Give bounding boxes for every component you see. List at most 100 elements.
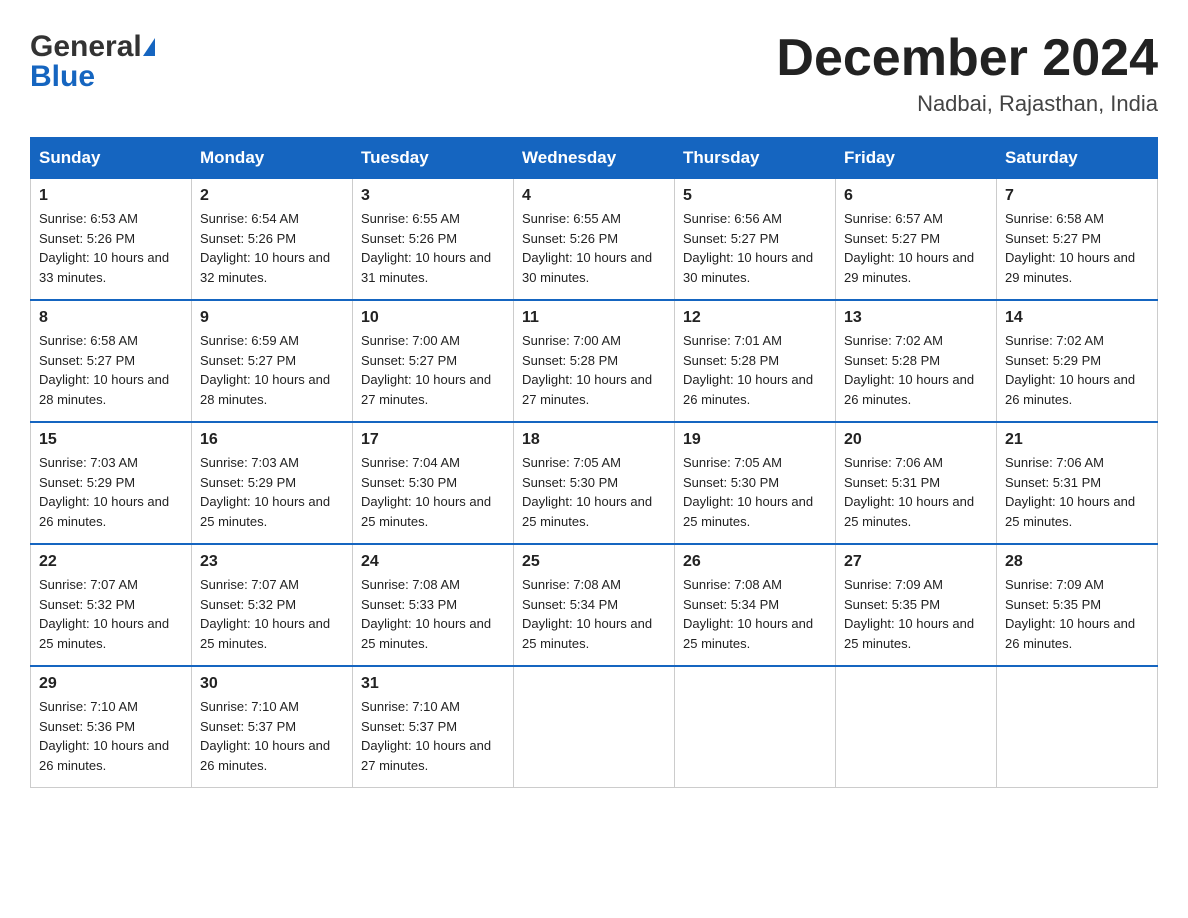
- day-number: 25: [522, 553, 666, 571]
- title-block: December 2024 Nadbai, Rajasthan, India: [776, 30, 1158, 117]
- calendar-day-cell: 5Sunrise: 6:56 AMSunset: 5:27 PMDaylight…: [675, 179, 836, 301]
- day-number: 18: [522, 431, 666, 449]
- day-info: Sunrise: 7:07 AMSunset: 5:32 PMDaylight:…: [39, 575, 183, 653]
- daylight-text: Daylight: 10 hours and 25 minutes.: [200, 616, 330, 651]
- sunset-text: Sunset: 5:27 PM: [683, 231, 779, 246]
- day-number: 9: [200, 309, 344, 327]
- daylight-text: Daylight: 10 hours and 27 minutes.: [361, 738, 491, 773]
- calendar-day-cell: 11Sunrise: 7:00 AMSunset: 5:28 PMDayligh…: [514, 300, 675, 422]
- calendar-week-row: 8Sunrise: 6:58 AMSunset: 5:27 PMDaylight…: [31, 300, 1158, 422]
- sunrise-text: Sunrise: 6:58 AM: [39, 333, 138, 348]
- day-info: Sunrise: 7:10 AM Sunset: 5:37 PM Daylight:…: [200, 697, 344, 775]
- sunset-text: Sunset: 5:30 PM: [683, 475, 779, 490]
- sunrise-text: Sunrise: 6:55 AM: [522, 211, 621, 226]
- daylight-text: Daylight: 10 hours and 26 minutes.: [1005, 616, 1135, 651]
- calendar-day-cell: [675, 666, 836, 788]
- sunset-text: Sunset: 5:26 PM: [361, 231, 457, 246]
- sunset-text: Sunset: 5:27 PM: [39, 353, 135, 368]
- calendar-day-cell: 20Sunrise: 7:06 AMSunset: 5:31 PMDayligh…: [836, 422, 997, 544]
- sunrise-text: Sunrise: 6:58 AM: [1005, 211, 1104, 226]
- daylight-text: Daylight: 10 hours and 25 minutes.: [522, 616, 652, 651]
- daylight-text: Daylight: 10 hours and 25 minutes.: [522, 494, 652, 529]
- day-info: Sunrise: 6:59 AMSunset: 5:27 PMDaylight:…: [200, 331, 344, 409]
- sunset-text: Sunset: 5:28 PM: [683, 353, 779, 368]
- calendar-day-cell: 27Sunrise: 7:09 AMSunset: 5:35 PMDayligh…: [836, 544, 997, 666]
- calendar-day-cell: 14 Sunrise: 7:02 AM Sunset: 5:29 PM Dayligh…: [997, 300, 1158, 422]
- sunset-text: Sunset: 5:27 PM: [361, 353, 457, 368]
- day-info: Sunrise: 7:03 AMSunset: 5:29 PMDaylight:…: [200, 453, 344, 531]
- sunrise-text: Sunrise: 7:00 AM: [361, 333, 460, 348]
- daylight-text: Daylight: 10 hours and 29 minutes.: [844, 250, 974, 285]
- calendar-day-cell: 21Sunrise: 7:06 AMSunset: 5:31 PMDayligh…: [997, 422, 1158, 544]
- sunrise-text: Sunrise: 7:02 AM: [844, 333, 943, 348]
- calendar-day-cell: 29Sunrise: 7:10 AMSunset: 5:36 PMDayligh…: [31, 666, 192, 788]
- daylight-text: Daylight: 10 hours and 25 minutes.: [683, 616, 813, 651]
- day-number: 19: [683, 431, 827, 449]
- day-number: 2: [200, 187, 344, 205]
- daylight-text: Daylight: 10 hours and 26 minutes.: [844, 372, 974, 407]
- day-number: 1: [39, 187, 183, 205]
- sunset-text: Sunset: 5:34 PM: [522, 597, 618, 612]
- calendar-day-cell: 3Sunrise: 6:55 AMSunset: 5:26 PMDaylight…: [353, 179, 514, 301]
- sunset-text: Sunset: 5:26 PM: [200, 231, 296, 246]
- day-info: Sunrise: 7:03 AMSunset: 5:29 PMDaylight:…: [39, 453, 183, 531]
- column-header-wednesday: Wednesday: [514, 138, 675, 179]
- day-info: Sunrise: 7:04 AMSunset: 5:30 PMDaylight:…: [361, 453, 505, 531]
- day-info: Sunrise: 7:00 AMSunset: 5:28 PMDaylight:…: [522, 331, 666, 409]
- logo-general: General: [30, 30, 142, 64]
- day-info: Sunrise: 6:57 AMSunset: 5:27 PMDaylight:…: [844, 209, 988, 287]
- calendar-week-row: 1Sunrise: 6:53 AMSunset: 5:26 PMDaylight…: [31, 179, 1158, 301]
- sunrise-text: Sunrise: 7:10 AM: [200, 699, 299, 714]
- day-info: Sunrise: 7:02 AM Sunset: 5:29 PM Daylight:…: [1005, 331, 1149, 409]
- sunset-text: Sunset: 5:31 PM: [844, 475, 940, 490]
- daylight-text: Daylight: 10 hours and 30 minutes.: [522, 250, 652, 285]
- day-number: 14: [1005, 309, 1149, 327]
- daylight-text: Daylight: 10 hours and 25 minutes.: [844, 494, 974, 529]
- day-number: 5: [683, 187, 827, 205]
- daylight-text: Daylight: 10 hours and 27 minutes.: [361, 372, 491, 407]
- calendar-day-cell: 24Sunrise: 7:08 AMSunset: 5:33 PMDayligh…: [353, 544, 514, 666]
- sunset-text: Sunset: 5:37 PM: [200, 719, 296, 734]
- sunrise-text: Sunrise: 7:03 AM: [39, 455, 138, 470]
- day-info: Sunrise: 7:05 AMSunset: 5:30 PMDaylight:…: [683, 453, 827, 531]
- daylight-text: Daylight: 10 hours and 26 minutes.: [1005, 372, 1135, 407]
- sunrise-text: Sunrise: 7:02 AM: [1005, 333, 1104, 348]
- page-header: General Blue December 2024 Nadbai, Rajas…: [30, 30, 1158, 117]
- calendar-day-cell: 30Sunrise: 7:10 AMSunset: 5:37 PMDayligh…: [192, 666, 353, 788]
- daylight-text: Daylight: 10 hours and 25 minutes.: [39, 616, 169, 651]
- day-number: 16: [200, 431, 344, 449]
- calendar-day-cell: 22Sunrise: 7:07 AMSunset: 5:32 PMDayligh…: [31, 544, 192, 666]
- day-number: 13: [844, 309, 988, 327]
- day-info: Sunrise: 7:10 AMSunset: 5:37 PMDaylight:…: [361, 697, 505, 775]
- daylight-text: Daylight: 10 hours and 26 minutes.: [200, 738, 330, 773]
- column-header-saturday: Saturday: [997, 138, 1158, 179]
- day-info: Sunrise: 7:09 AMSunset: 5:35 PMDaylight:…: [1005, 575, 1149, 653]
- calendar-day-cell: 13 Sunrise: 7:02 AM Sunset: 5:28 PM Dayligh…: [836, 300, 997, 422]
- logo: General Blue: [30, 30, 155, 94]
- calendar-day-cell: [836, 666, 997, 788]
- sunrise-text: Sunrise: 6:57 AM: [844, 211, 943, 226]
- calendar-day-cell: [997, 666, 1158, 788]
- daylight-text: Daylight: 10 hours and 31 minutes.: [361, 250, 491, 285]
- sunrise-text: Sunrise: 7:07 AM: [39, 577, 138, 592]
- calendar-day-cell: 1Sunrise: 6:53 AMSunset: 5:26 PMDaylight…: [31, 179, 192, 301]
- day-info: Sunrise: 6:55 AMSunset: 5:26 PMDaylight:…: [361, 209, 505, 287]
- calendar-day-cell: 8Sunrise: 6:58 AMSunset: 5:27 PMDaylight…: [31, 300, 192, 422]
- sunset-text: Sunset: 5:30 PM: [522, 475, 618, 490]
- day-info: Sunrise: 7:02 AM Sunset: 5:28 PM Daylight:…: [844, 331, 988, 409]
- day-info: Sunrise: 7:01 AMSunset: 5:28 PMDaylight:…: [683, 331, 827, 409]
- sunset-text: Sunset: 5:35 PM: [1005, 597, 1101, 612]
- daylight-text: Daylight: 10 hours and 26 minutes.: [39, 494, 169, 529]
- sunset-text: Sunset: 5:28 PM: [844, 353, 940, 368]
- calendar-day-cell: 28Sunrise: 7:09 AMSunset: 5:35 PMDayligh…: [997, 544, 1158, 666]
- calendar-day-cell: 6 Sunrise: 6:57 AMSunset: 5:27 PMDaylight…: [836, 179, 997, 301]
- day-number: 6: [844, 187, 988, 205]
- calendar-day-cell: [514, 666, 675, 788]
- sunset-text: Sunset: 5:32 PM: [200, 597, 296, 612]
- day-number: 17: [361, 431, 505, 449]
- sunset-text: Sunset: 5:29 PM: [1005, 353, 1101, 368]
- daylight-text: Daylight: 10 hours and 33 minutes.: [39, 250, 169, 285]
- calendar-table: SundayMondayTuesdayWednesdayThursdayFrid…: [30, 137, 1158, 788]
- calendar-week-row: 22Sunrise: 7:07 AMSunset: 5:32 PMDayligh…: [31, 544, 1158, 666]
- day-info: Sunrise: 7:10 AMSunset: 5:36 PMDaylight:…: [39, 697, 183, 775]
